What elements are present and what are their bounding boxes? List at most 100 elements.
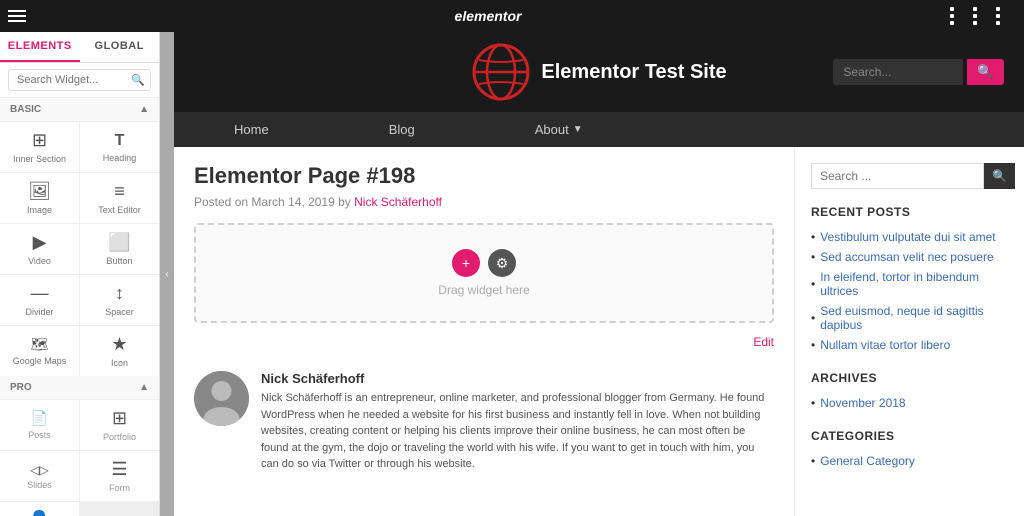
- list-item: Sed euismod, neque id sagittis dapibus: [811, 301, 1008, 335]
- recent-post-link[interactable]: Vestibulum vulputate dui sit amet: [820, 230, 995, 244]
- widget-spacer[interactable]: ↕ Spacer: [80, 275, 159, 325]
- site-search-input[interactable]: [833, 59, 963, 85]
- image-icon: 🖼: [28, 181, 51, 202]
- search-input[interactable]: [8, 69, 151, 91]
- categories-list: General Category: [811, 451, 1008, 471]
- widget-slides[interactable]: ◁▷ Slides: [0, 451, 79, 501]
- portfolio-icon: ⊞: [112, 408, 127, 429]
- divider-label: Divider: [25, 307, 53, 317]
- globe-icon: [471, 42, 531, 102]
- post-meta: Posted on March 14, 2019 by Nick Schäfer…: [194, 195, 774, 209]
- app-wrapper: elementor ELEMENTS GLOBAL 🔍 BASIC ▲: [0, 0, 1024, 516]
- pro-label: PRO: [10, 382, 32, 393]
- search-icon: 🔍: [131, 74, 145, 87]
- left-panel: ELEMENTS GLOBAL 🔍 BASIC ▲ ⊞ Inner Sectio…: [0, 32, 160, 516]
- posts-icon: 📄: [31, 410, 48, 427]
- avatar-image: [194, 371, 249, 426]
- widget-text-editor[interactable]: ≡ Text Editor: [80, 173, 159, 223]
- archive-link[interactable]: November 2018: [820, 396, 905, 410]
- heading-label: Heading: [103, 153, 137, 163]
- panel-search: 🔍: [0, 63, 159, 98]
- widget-posts[interactable]: 📄 Posts: [0, 400, 79, 450]
- icon-widget-icon: ★: [111, 334, 127, 355]
- widget-divider[interactable]: — Divider: [0, 275, 79, 325]
- recent-posts-list: Vestibulum vulputate dui sit amet Sed ac…: [811, 227, 1008, 355]
- add-widget-button[interactable]: +: [452, 249, 480, 277]
- right-content: Elementor Test Site 🔍 Home Blog About ▼: [174, 32, 1024, 516]
- page-content-area: Elementor Page #198 Posted on March 14, …: [174, 147, 1024, 516]
- archives-title: ARCHIVES: [811, 371, 1008, 385]
- site-title: Elementor Test Site: [541, 61, 726, 84]
- settings-button[interactable]: ⚙: [488, 249, 516, 277]
- site-nav: Home Blog About ▼: [174, 112, 1024, 147]
- author-link[interactable]: Nick Schäferhoff: [354, 195, 442, 209]
- widget-portfolio[interactable]: ⊞ Portfolio: [80, 400, 159, 450]
- basic-widgets-grid: ⊞ Inner Section T Heading 🖼 Image ≡ Text…: [0, 122, 159, 376]
- edit-link[interactable]: Edit: [194, 335, 774, 349]
- slides-icon: ◁▷: [30, 463, 48, 477]
- list-item: Nullam vitae tortor libero: [811, 335, 1008, 355]
- widget-heading[interactable]: T Heading: [80, 122, 159, 172]
- button-icon: ⬜: [108, 232, 130, 253]
- list-item: Sed accumsan velit nec posuere: [811, 247, 1008, 267]
- sidebar-search-button[interactable]: 🔍: [984, 163, 1015, 189]
- widget-button[interactable]: ⬜ Button: [80, 224, 159, 274]
- video-icon: ▶: [33, 232, 47, 253]
- author-info: Nick Schäferhoff Nick Schäferhoff is an …: [261, 371, 774, 473]
- recent-post-link[interactable]: In eleifend, tortor in bibendum ultrices: [820, 270, 1008, 298]
- form-icon: ☰: [111, 459, 127, 480]
- pro-collapse-icon[interactable]: ▲: [139, 382, 149, 393]
- nav-item-about[interactable]: About ▼: [475, 112, 643, 147]
- google-maps-icon: 🗺: [31, 336, 49, 353]
- pro-widgets-grid: 📄 Posts ⊞ Portfolio ◁▷ Slides ☰ Form 👤: [0, 400, 159, 516]
- elementor-logo: elementor: [455, 8, 522, 24]
- widget-google-maps[interactable]: 🗺 Google Maps: [0, 326, 79, 376]
- nav-item-home[interactable]: Home: [174, 112, 329, 147]
- panel-tabs: ELEMENTS GLOBAL: [0, 32, 159, 63]
- list-item: General Category: [811, 451, 1008, 471]
- basic-collapse-icon[interactable]: ▲: [139, 104, 149, 115]
- elementor-dropzone: + ⚙ Drag widget here: [194, 223, 774, 323]
- categories-title: CATEGORIES: [811, 429, 1008, 443]
- inner-section-icon: ⊞: [32, 130, 47, 151]
- widget-login[interactable]: 👤 Login: [0, 502, 79, 516]
- sidebar: 🔍 RECENT POSTS Vestibulum vulputate dui …: [794, 147, 1024, 516]
- topbar-center: elementor: [26, 8, 950, 24]
- basic-label: BASIC: [10, 104, 41, 115]
- google-maps-label: Google Maps: [13, 356, 67, 366]
- site-logo: Elementor Test Site: [471, 42, 728, 102]
- widget-image[interactable]: 🖼 Image: [0, 173, 79, 223]
- dropzone-hint: Drag widget here: [438, 283, 529, 297]
- site-header: Elementor Test Site 🔍: [174, 32, 1024, 112]
- widget-inner-section[interactable]: ⊞ Inner Section: [0, 122, 79, 172]
- post-title: Elementor Page #198: [194, 163, 774, 189]
- recent-post-link[interactable]: Nullam vitae tortor libero: [820, 338, 950, 352]
- spacer-icon: ↕: [115, 283, 124, 304]
- slides-label: Slides: [27, 480, 52, 490]
- archives-list: November 2018: [811, 393, 1008, 413]
- list-item: In eleifend, tortor in bibendum ultrices: [811, 267, 1008, 301]
- heading-icon: T: [115, 132, 125, 150]
- tab-global[interactable]: GLOBAL: [80, 32, 160, 62]
- nav-item-blog[interactable]: Blog: [329, 112, 475, 147]
- basic-section-header: BASIC ▲: [0, 98, 159, 122]
- sidebar-search-input[interactable]: [811, 163, 984, 189]
- posted-on-text: Posted on March 14, 2019 by: [194, 195, 351, 209]
- main-content: Elementor Page #198 Posted on March 14, …: [174, 147, 794, 516]
- author-avatar: [194, 371, 249, 426]
- tab-elements[interactable]: ELEMENTS: [0, 32, 80, 62]
- panel-collapse-arrow[interactable]: ‹: [160, 32, 174, 516]
- category-link[interactable]: General Category: [820, 454, 915, 468]
- text-editor-icon: ≡: [114, 181, 125, 202]
- grid-menu-icon[interactable]: [950, 7, 1016, 25]
- hamburger-menu[interactable]: [8, 10, 26, 22]
- widget-form[interactable]: ☰ Form: [80, 451, 159, 501]
- widget-video[interactable]: ▶ Video: [0, 224, 79, 274]
- portfolio-label: Portfolio: [103, 432, 136, 442]
- site-search-button[interactable]: 🔍: [967, 59, 1004, 85]
- recent-post-link[interactable]: Sed accumsan velit nec posuere: [820, 250, 993, 264]
- recent-post-link[interactable]: Sed euismod, neque id sagittis dapibus: [820, 304, 1008, 332]
- widget-icon[interactable]: ★ Icon: [80, 326, 159, 376]
- login-icon: 👤: [28, 510, 50, 516]
- form-label: Form: [109, 483, 130, 493]
